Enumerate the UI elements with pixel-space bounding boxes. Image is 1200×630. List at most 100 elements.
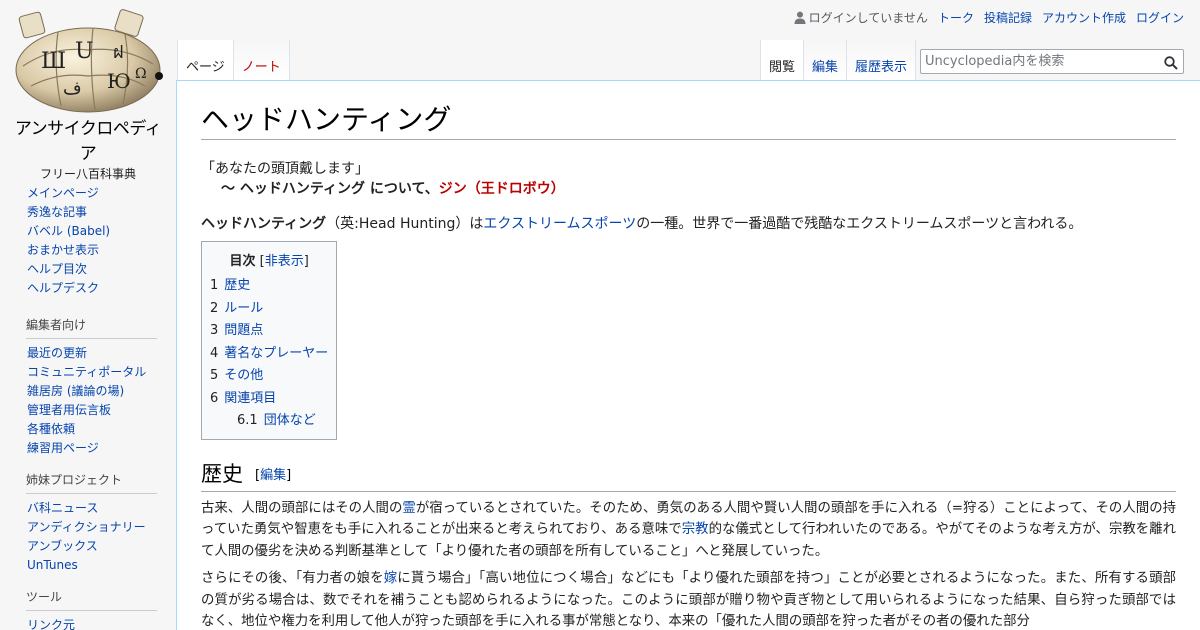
search-icon	[1164, 56, 1178, 70]
section-edit: [編集]	[255, 468, 291, 483]
tab-page-label: ページ	[186, 60, 225, 75]
anon-label: ログインしていません	[808, 11, 928, 25]
tab-view-label: 閲覧	[769, 60, 796, 75]
nav-main: メインページ 秀逸な記事 バベル (Babel) おまかせ表示 ヘルプ目次 ヘル…	[27, 184, 157, 298]
extreme-sports-link[interactable]: エクストリームスポーツ	[483, 216, 636, 232]
site-tagline: フリー八百科事典	[39, 167, 136, 181]
toc-title: 目次 [非表示]	[210, 250, 328, 269]
search-input[interactable]	[921, 50, 1156, 73]
spirit-link[interactable]: 霊	[402, 501, 415, 516]
site-name: アンサイクロペディア	[14, 119, 162, 164]
quote-attribution: 〜 ヘッドハンティング について、ジン（王ドロボウ）	[201, 179, 1176, 199]
toc-num: 2	[210, 300, 219, 316]
nav-main-page[interactable]: メインページ	[27, 186, 99, 200]
toc-num: 4	[210, 345, 219, 361]
toc-label: 歴史	[224, 278, 251, 293]
toc-num: 6	[210, 390, 219, 406]
nav-sandbox[interactable]: 練習用ページ	[27, 441, 99, 455]
page-title: ヘッドハンティング	[201, 103, 1176, 140]
toc-item[interactable]: 4 著名なプレーヤー	[210, 346, 328, 361]
nav-admin-board[interactable]: 管理者用伝言板	[27, 403, 111, 417]
nav-editors-title: 編集者向け	[26, 316, 157, 339]
toc-label: 団体など	[263, 413, 316, 428]
namespace-tabs: ページ ノート	[177, 40, 290, 80]
edit-bracket-close: ]	[286, 467, 292, 483]
login-link[interactable]: ログイン	[1136, 9, 1184, 26]
toc-item[interactable]: 1 歴史	[210, 278, 250, 293]
intro-bold: ヘッドハンティング	[201, 216, 327, 232]
nav-tools: ツール リンク元	[26, 588, 157, 630]
contribs-link[interactable]: 投稿記録	[984, 9, 1032, 26]
quote-author-link[interactable]: ジン（王ドロボウ）	[439, 181, 565, 197]
toc-label: ルール	[224, 300, 264, 316]
tab-edit-label: 編集	[812, 60, 839, 75]
section-edit-link[interactable]: 編集	[260, 468, 286, 483]
search-button[interactable]	[1164, 55, 1178, 74]
toc-item[interactable]: 5 その他	[210, 368, 263, 383]
nav-untunes[interactable]: UnTunes	[27, 558, 78, 572]
toc-toggle-link[interactable]: 非表示	[265, 254, 304, 269]
user-icon	[794, 11, 806, 24]
svg-text:Ю: Ю	[107, 69, 131, 93]
toc-num: 1	[210, 278, 219, 293]
puzzle-globe-logo-icon: Ш U ฝ ف Ю Ω	[15, 9, 163, 113]
tab-edit[interactable]: 編集	[804, 40, 848, 80]
tab-history-label: 履歴表示	[855, 60, 908, 75]
view-tabs: 閲覧 編集 履歴表示	[760, 40, 917, 80]
nav-village-pump[interactable]: 雑居房 (議論の場)	[27, 384, 124, 398]
tab-note[interactable]: ノート	[233, 40, 290, 80]
tab-page[interactable]: ページ	[177, 40, 234, 80]
nav-requests[interactable]: 各種依頼	[27, 422, 75, 436]
toc-label: その他	[224, 368, 264, 383]
personal-menu: ログインしていません トーク 投稿記録 アカウント作成 ログイン	[794, 9, 1184, 26]
nav-recent-changes[interactable]: 最近の更新	[27, 346, 87, 360]
section-heading-label: 歴史	[201, 461, 243, 486]
site-logo[interactable]: Ш U ฝ ف Ю Ω アンサイクロペディア フリー八百科事典	[8, 6, 168, 181]
toc-label: 問題点	[224, 323, 264, 338]
toc-num: 6.1	[237, 413, 258, 428]
nav-sister: 姉妹プロジェクト バ科ニュース アンディクショナリー アンブックス UnTune…	[26, 471, 157, 575]
nav-helpdesk[interactable]: ヘルプデスク	[27, 281, 99, 295]
nav-tools-title: ツール	[26, 588, 157, 611]
nav-featured[interactable]: 秀逸な記事	[27, 205, 87, 219]
nav-unnews[interactable]: バ科ニュース	[27, 501, 98, 515]
toc-label: 著名なプレーヤー	[224, 345, 329, 361]
tab-history[interactable]: 履歴表示	[847, 40, 917, 80]
search-box	[920, 49, 1184, 74]
intro-paragraph: ヘッドハンティング（英:Head Hunting）はエクストリームスポーツの一種…	[201, 213, 1176, 235]
religion-link[interactable]: 宗教	[682, 522, 709, 537]
nav-unbooks[interactable]: アンブックス	[27, 539, 98, 553]
history-paragraph-2: さらにその後、「有力者の娘を嫁に貰う場合」「高い地位につく場合」などにも「より優…	[201, 568, 1176, 630]
nav-editors: 編集者向け 最近の更新 コミュニティポータル 雑居房 (議論の場) 管理者用伝言…	[26, 316, 157, 458]
nav-babel[interactable]: バベル (Babel)	[27, 224, 110, 238]
tab-view[interactable]: 閲覧	[760, 40, 805, 80]
tab-note-label: ノート	[241, 60, 281, 75]
toc-toggle-close: ]	[303, 254, 309, 269]
nav-sister-title: 姉妹プロジェクト	[26, 471, 157, 494]
create-account-link[interactable]: アカウント作成	[1042, 9, 1126, 26]
toc-title-label: 目次	[229, 254, 256, 269]
toc-item[interactable]: 3 問題点	[210, 323, 263, 338]
nav-help[interactable]: ヘルプ目次	[27, 262, 87, 276]
intro-text-b: の一種。世界で一番過酷で残酷なエクストリームスポーツと言われる。	[636, 216, 1083, 232]
svg-text:Ω: Ω	[135, 66, 147, 82]
toc-num: 5	[210, 368, 219, 383]
nav-random[interactable]: おまかせ表示	[27, 243, 99, 257]
quote-block: 「あなたの頭頂戴します」 〜 ヘッドハンティング について、ジン（王ドロボウ）	[201, 159, 1176, 199]
talk-link[interactable]: トーク	[938, 9, 974, 26]
section-heading-history: 歴史 [編集]	[201, 460, 1176, 492]
toc-item[interactable]: 6 関連項目	[210, 391, 276, 406]
intro-text-a: （英:Head Hunting）は	[326, 216, 484, 232]
main-content: ヘッドハンティング 「あなたの頭頂戴します」 〜 ヘッドハンティング について、…	[176, 80, 1200, 630]
svg-text:ف: ف	[63, 78, 82, 99]
toc-item[interactable]: 2 ルール	[210, 301, 263, 316]
nav-community-portal[interactable]: コミュニティポータル	[27, 365, 146, 379]
toc-num: 3	[210, 323, 219, 338]
nav-whatlinkshere[interactable]: リンク元	[27, 618, 75, 630]
svg-text:U: U	[75, 39, 94, 64]
bride-link[interactable]: 嫁	[384, 571, 398, 586]
sidebar: Ш U ฝ ف Ю Ω アンサイクロペディア フリー八百科事典 メインページ 秀…	[0, 0, 176, 630]
toc-item[interactable]: 6.1 団体など	[237, 413, 316, 428]
nav-undictionary[interactable]: アンディクショナリー	[27, 520, 146, 534]
history-paragraph-1: 古来、人間の頭部にはその人間の霊が宿っているとされていた。そのため、勇気のある人…	[201, 498, 1176, 563]
